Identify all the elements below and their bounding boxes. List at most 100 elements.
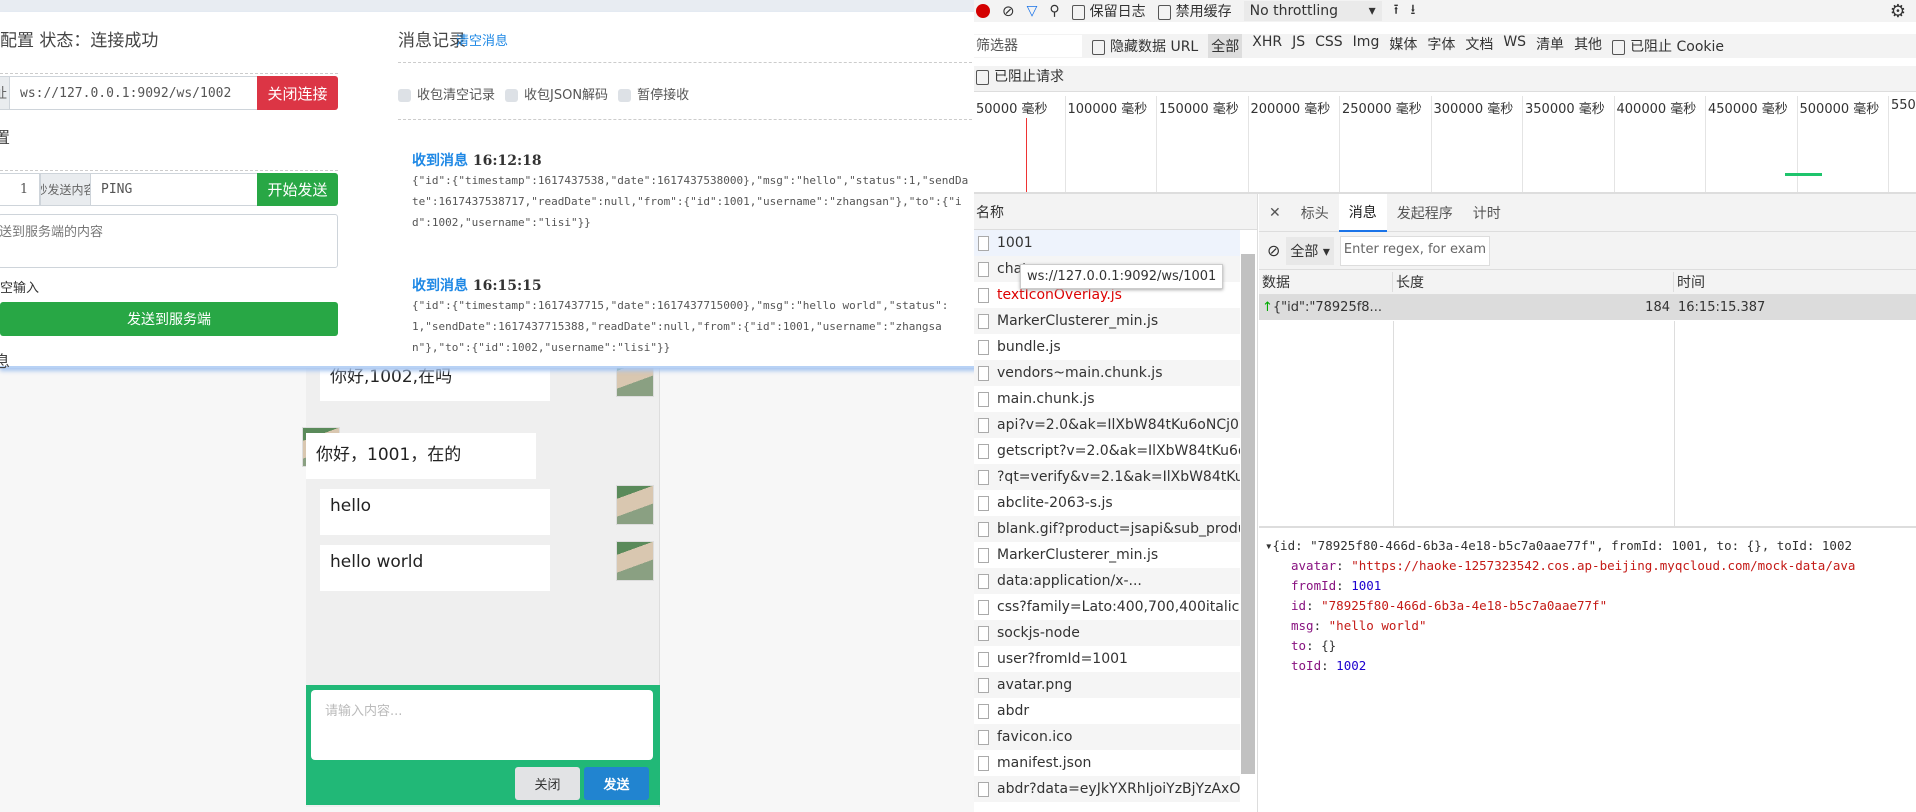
timeline-marker [1026, 118, 1027, 192]
type-filter-9[interactable]: 清单 [1536, 34, 1564, 58]
close-connection-button[interactable]: 关闭连接 [257, 76, 338, 110]
type-filter-6[interactable]: 字体 [1427, 34, 1455, 58]
request-row[interactable]: abdr [974, 698, 1240, 724]
request-row[interactable]: user?fromId=1001 [974, 646, 1240, 672]
type-filter-7[interactable]: 文档 [1465, 34, 1493, 58]
send-button[interactable]: 发送 [584, 767, 649, 800]
type-filter-5[interactable]: 媒体 [1389, 34, 1417, 58]
close-detail-icon[interactable]: ✕ [1259, 194, 1291, 232]
timeline-tick: 500000 毫秒 [1799, 102, 1880, 117]
chat-bubble: hello [320, 489, 550, 535]
tab-timing[interactable]: 计时 [1463, 194, 1511, 232]
file-icon [978, 261, 989, 277]
file-icon [978, 313, 989, 329]
request-row[interactable]: 1001 [974, 230, 1240, 256]
col-time[interactable]: 时间 [1674, 272, 1705, 292]
scrollbar[interactable] [1241, 254, 1255, 774]
request-row[interactable]: blank.gif?product=jsapi&sub_produc [974, 516, 1240, 542]
frame-row[interactable]: ↑{"id":"78925f8... 184 16:15:15.387 [1259, 295, 1916, 320]
sent-arrow-icon: ↑ [1262, 300, 1273, 315]
clear-messages-icon[interactable]: ⊘ [1267, 241, 1280, 260]
interval-input[interactable]: 1 [0, 173, 40, 206]
clear-icon[interactable]: ⊘ [1002, 2, 1015, 20]
json-field: fromId: 1001 [1291, 578, 1382, 593]
request-row[interactable]: avatar.png [974, 672, 1240, 698]
blocked-cookies-checkbox[interactable]: 已阻止 Cookie [1612, 36, 1724, 56]
tab-headers[interactable]: 标头 [1291, 194, 1339, 232]
type-filter-8[interactable]: WS [1503, 34, 1526, 58]
settings-gear-icon[interactable]: ⚙ [1890, 1, 1906, 22]
filter-icon[interactable]: ▽ [1027, 3, 1038, 19]
pause-receive-checkbox[interactable]: 暂停接收 [618, 84, 689, 103]
close-button[interactable]: 关闭 [515, 767, 580, 800]
blocked-requests-checkbox[interactable]: 已阻止请求 [974, 66, 1916, 92]
file-icon [978, 703, 989, 719]
request-row[interactable]: sockjs-node [974, 620, 1240, 646]
clear-on-receive-checkbox[interactable]: 收包清空记录 [398, 84, 495, 103]
message-type-select[interactable]: 全部 ▾ [1286, 236, 1334, 265]
import-icon[interactable]: ⭱ [1394, 0, 1399, 23]
send-to-server-button[interactable]: 发送到服务端 [0, 302, 338, 336]
request-row[interactable]: vendors~main.chunk.js [974, 360, 1240, 386]
disable-cache-checkbox[interactable]: 禁用缓存 [1157, 1, 1232, 21]
tab-initiator[interactable]: 发起程序 [1387, 194, 1463, 232]
timeline-tick: 50000 毫秒 [976, 102, 1048, 117]
file-icon [978, 365, 989, 381]
json-field: to: {} [1291, 638, 1337, 653]
type-filter-3[interactable]: CSS [1315, 34, 1343, 58]
address-input[interactable]: ws://127.0.0.1:9092/ws/1002 [9, 76, 258, 110]
request-row[interactable]: main.chunk.js [974, 386, 1240, 412]
chat-text: hello [330, 496, 372, 516]
col-length[interactable]: 长度 [1393, 272, 1674, 292]
clear-messages-link[interactable]: 清空消息 [456, 30, 508, 49]
request-row[interactable]: MarkerClusterer_min.js [974, 542, 1240, 568]
type-filter-0[interactable]: 全部 [1208, 34, 1243, 58]
file-icon [978, 339, 989, 355]
regex-filter-input[interactable]: Enter regex, for exam [1339, 235, 1490, 266]
ping-content-input[interactable]: PING [90, 173, 258, 206]
request-row[interactable]: bundle.js [974, 334, 1240, 360]
json-decode-checkbox[interactable]: 收包JSON解码 [505, 84, 608, 103]
timeline-tick: 150000 毫秒 [1159, 102, 1239, 117]
section-title: 息 [0, 352, 11, 371]
request-row[interactable]: data:application/x-... [974, 568, 1240, 594]
message-textarea[interactable]: 送到服务端的内容 [0, 214, 338, 268]
request-row[interactable]: favicon.ico [974, 724, 1240, 750]
json-summary[interactable]: ▾{id: "78925f80-466d-6b3a-4e18-b5c7a0aae… [1265, 536, 1855, 556]
tab-messages[interactable]: 消息 [1338, 193, 1387, 232]
preserve-log-checkbox[interactable]: 保留日志 [1071, 1, 1146, 21]
request-row[interactable]: api?v=2.0&ak=IlXbW84tKu6oNCj0bb [974, 412, 1240, 438]
request-row[interactable]: abclite-2063-s.js [974, 490, 1240, 516]
request-row[interactable]: ?qt=verify&v=2.1&ak=IlXbW84tKu6. [974, 464, 1240, 490]
col-data[interactable]: 数据 [1259, 272, 1393, 292]
type-filter-2[interactable]: JS [1292, 34, 1305, 58]
section-title: 置 [0, 128, 11, 147]
request-row[interactable]: getscript?v=2.0&ak=IlXbW84tKu6oN [974, 438, 1240, 464]
record-icon[interactable] [976, 4, 990, 18]
hide-data-urls-checkbox[interactable]: 隐藏数据 URL [1092, 36, 1198, 56]
file-icon [978, 625, 989, 641]
json-field: toId: 1002 [1291, 658, 1367, 673]
background-page-header [0, 0, 974, 12]
filter-input[interactable]: 筛选器 [974, 35, 1082, 57]
type-filter-10[interactable]: 其他 [1574, 34, 1602, 58]
timeline-tick: 300000 毫秒 [1433, 102, 1514, 117]
request-row[interactable]: manifest.json [974, 750, 1240, 776]
file-icon [978, 599, 989, 615]
timeline-tick: 350000 毫秒 [1525, 102, 1605, 117]
chat-input[interactable]: 请输入内容... [311, 690, 653, 760]
clear-input-checkbox[interactable]: 空输入 [0, 277, 39, 296]
search-icon[interactable]: ⚲ [1049, 3, 1059, 19]
request-row[interactable]: css?family=Lato:400,700,400italic,700 [974, 594, 1240, 620]
file-icon [978, 443, 989, 459]
request-row[interactable]: abdr?data=eyJkYXRhIjoiYzBjYzAxOTJ [974, 776, 1240, 802]
throttling-select[interactable]: No throttling ▾ [1243, 1, 1382, 21]
request-row[interactable]: MarkerClusterer_min.js [974, 308, 1240, 334]
file-icon [978, 573, 989, 589]
type-filter-1[interactable]: XHR [1252, 34, 1282, 58]
start-send-button[interactable]: 开始发送 [257, 173, 338, 206]
timeline-tick: 450000 毫秒 [1708, 102, 1788, 117]
type-filter-4[interactable]: Img [1353, 34, 1380, 58]
name-column-header[interactable]: 名称 [974, 194, 1257, 230]
export-icon[interactable]: ⭳ [1411, 0, 1416, 23]
